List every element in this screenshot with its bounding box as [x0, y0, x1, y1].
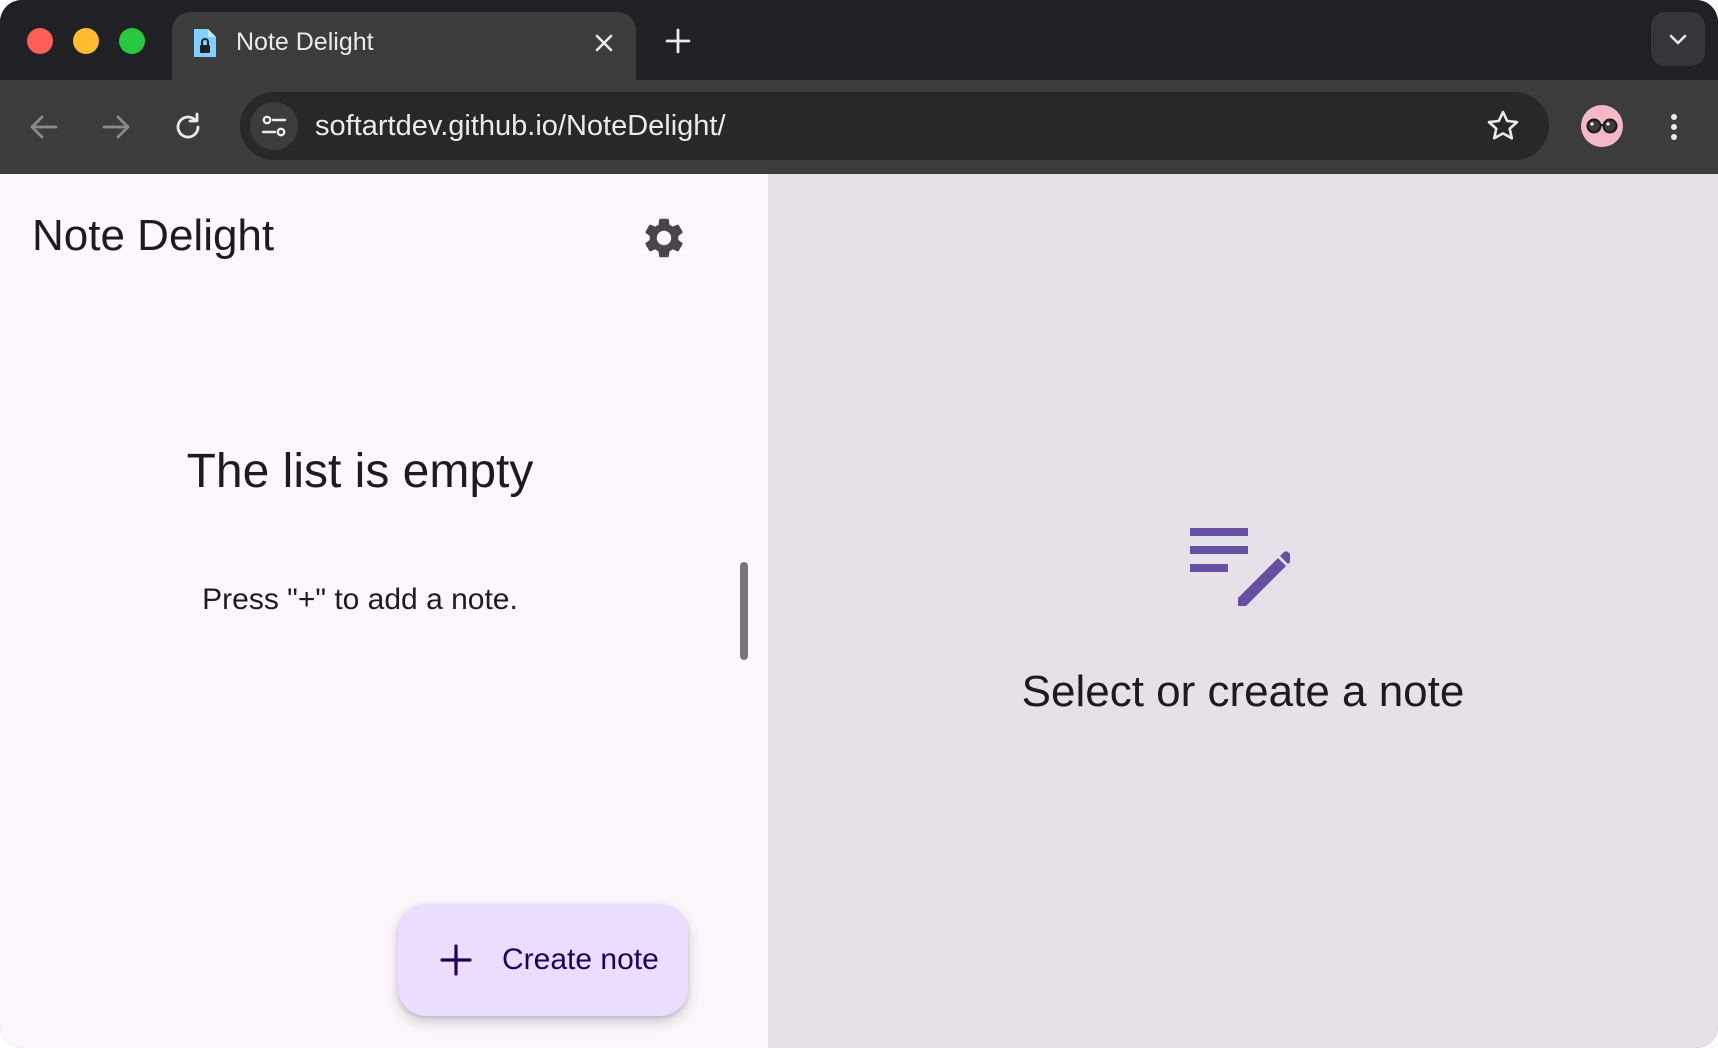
- profile-avatar[interactable]: [1581, 105, 1623, 147]
- create-note-label: Create note: [502, 943, 659, 976]
- list-scrollbar[interactable]: [740, 562, 748, 660]
- forward-arrow-icon[interactable]: [96, 107, 136, 147]
- detail-placeholder-text: Select or create a note: [1021, 667, 1465, 716]
- site-info-button[interactable]: [250, 102, 298, 150]
- page-content: Note Delight The list is empty Press "+"…: [0, 174, 1718, 1048]
- tune-icon: [261, 115, 287, 137]
- minimize-window-button[interactable]: [73, 28, 99, 54]
- browser-toolbar: softartdev.github.io/NoteDelight/: [0, 80, 1718, 174]
- browser-tab[interactable]: Note Delight: [172, 12, 636, 80]
- plus-icon[interactable]: [660, 23, 696, 59]
- reload-icon[interactable]: [168, 107, 208, 147]
- tab-title: Note Delight: [236, 28, 374, 56]
- plus-icon: [440, 944, 472, 976]
- gear-icon[interactable]: [640, 214, 688, 262]
- app-title: Note Delight: [32, 211, 275, 260]
- tab-search-button[interactable]: [1651, 12, 1705, 66]
- document-lock-icon: [194, 29, 216, 57]
- star-icon[interactable]: [1485, 108, 1521, 144]
- edit-note-icon: [1190, 528, 1290, 606]
- url-text[interactable]: softartdev.github.io/NoteDelight/: [315, 107, 726, 145]
- close-window-button[interactable]: [27, 28, 53, 54]
- maximize-window-button[interactable]: [119, 28, 145, 54]
- empty-list-title: The list is empty: [186, 445, 534, 498]
- address-bar[interactable]: softartdev.github.io/NoteDelight/: [240, 92, 1549, 160]
- glasses-icon: [1586, 118, 1618, 134]
- note-detail-pane: Select or create a note: [768, 174, 1718, 1048]
- note-list-pane: Note Delight The list is empty Press "+"…: [0, 174, 768, 1048]
- close-icon[interactable]: [588, 27, 620, 59]
- back-arrow-icon[interactable]: [24, 107, 64, 147]
- more-vert-icon[interactable]: [1658, 107, 1690, 147]
- empty-list-subtitle: Press "+" to add a note.: [202, 583, 518, 616]
- create-note-button[interactable]: Create note: [398, 904, 688, 1016]
- browser-window: Note Delight softartdev.github.io/NoteDe…: [0, 0, 1718, 1048]
- chevron-down-icon: [1669, 34, 1687, 45]
- tab-strip: Note Delight: [0, 0, 1718, 80]
